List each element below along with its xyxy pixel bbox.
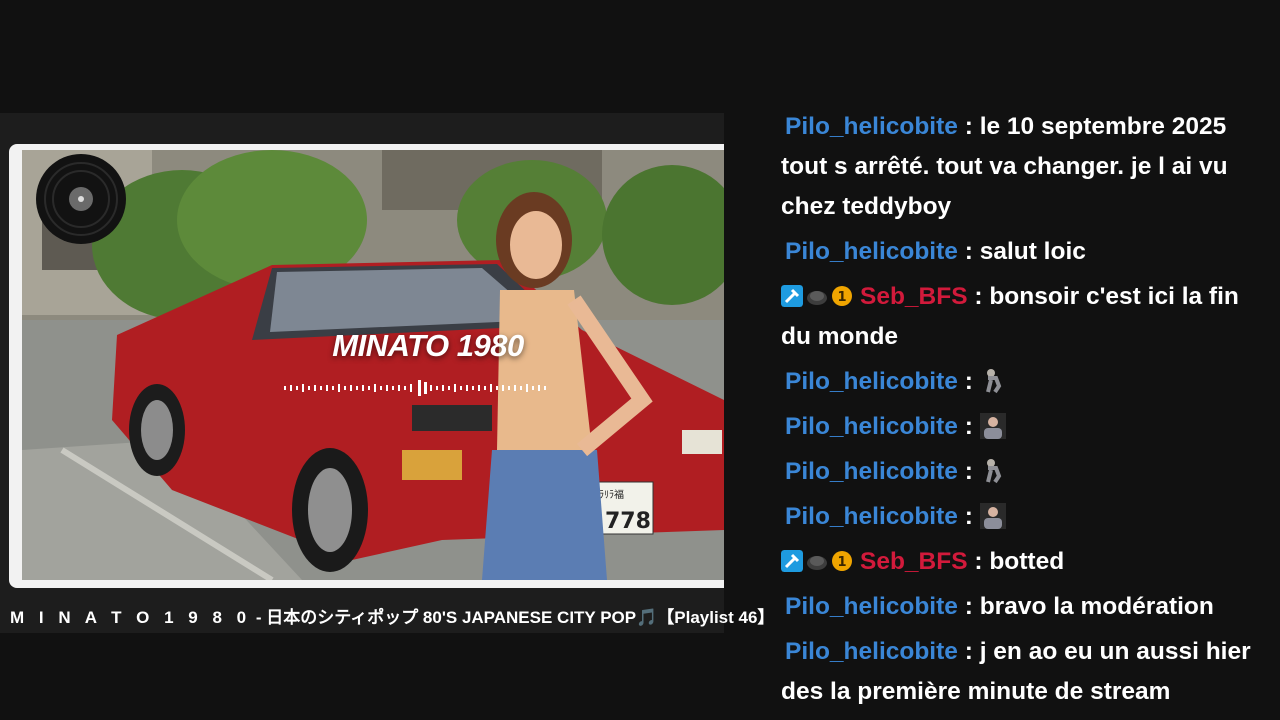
- caption-name: M I N A T O 1 9 8 0: [10, 608, 252, 627]
- vinyl-record-icon: [36, 154, 126, 244]
- chat-separator: :: [967, 548, 990, 575]
- chat-username[interactable]: Pilo_helicobite: [781, 638, 958, 665]
- svg-text:1: 1: [837, 555, 846, 570]
- chat-username[interactable]: Pilo_helicobite: [781, 503, 958, 530]
- video-frame: ｶﾗﾘﾗ福 778 MINATO 1980: [9, 144, 724, 588]
- chat-message: 1 Seb_BFS : botted: [781, 542, 1271, 582]
- chat-message: Pilo_helicobite : salut loic: [781, 232, 1271, 272]
- chat-username[interactable]: Pilo_helicobite: [781, 368, 958, 395]
- walking-figure-emote-icon: [985, 369, 1001, 394]
- audio-waveform: [284, 380, 546, 396]
- caption-genre: - 日本のシティポップ 80'S JAPANESE CITY POP: [251, 608, 637, 627]
- chat-separator: :: [957, 503, 980, 530]
- svg-text:778: 778: [605, 509, 651, 534]
- helmet-badge-icon: [807, 556, 827, 570]
- chat-username[interactable]: Pilo_helicobite: [781, 458, 958, 485]
- video-overlay-title: MINATO 1980: [332, 328, 524, 363]
- moderator-sword-badge-icon: [781, 285, 803, 307]
- chat-message: 1 Seb_BFS : bonsoir c'est ici la fin du m…: [781, 277, 1271, 357]
- chat-separator: :: [957, 458, 980, 485]
- caption-playlist: 【Playlist 46】: [657, 608, 775, 627]
- chat-text: salut loic: [979, 238, 1086, 265]
- chat-separator: :: [957, 368, 980, 395]
- chat-message: Pilo_helicobite : bravo la modération: [781, 587, 1271, 627]
- chat-text: botted: [989, 548, 1065, 575]
- gold-number-badge-icon: 1: [832, 286, 852, 306]
- chat-message: Pilo_helicobite :: [781, 452, 1271, 492]
- chat-separator: :: [967, 283, 990, 310]
- video-thumbnail-scene: ｶﾗﾘﾗ福 778 MINATO 1980: [22, 150, 724, 580]
- chat-separator: :: [957, 593, 980, 620]
- chat-separator: :: [957, 238, 980, 265]
- gold-number-badge-icon: 1: [832, 551, 852, 571]
- chat-message: Pilo_helicobite : le 10 septembre 2025 t…: [781, 107, 1271, 227]
- chat-username[interactable]: Seb_BFS: [856, 283, 968, 310]
- chat-separator: :: [957, 638, 980, 665]
- chat-panel: Pilo_helicobite : le 10 septembre 2025 t…: [781, 107, 1271, 717]
- video-title-caption: M I N A T O 1 9 8 0 - 日本のシティポップ 80'S JAP…: [10, 603, 774, 628]
- chat-separator: :: [957, 113, 980, 140]
- svg-text:1: 1: [837, 290, 846, 305]
- chat-message: Pilo_helicobite : j en ao eu un aussi hi…: [781, 632, 1271, 712]
- video-player[interactable]: ｶﾗﾘﾗ福 778 MINATO 1980 M I N A T O 1 9 8 …: [0, 113, 774, 633]
- walking-figure-emote-icon: [985, 459, 1001, 484]
- chat-username[interactable]: Pilo_helicobite: [781, 413, 958, 440]
- chat-separator: :: [957, 413, 980, 440]
- scene-illustration: ｶﾗﾘﾗ福 778: [22, 150, 724, 580]
- music-note-icon: 🎵: [636, 608, 658, 627]
- chat-message: Pilo_helicobite :: [781, 362, 1271, 402]
- chat-username[interactable]: Pilo_helicobite: [781, 593, 958, 620]
- moderator-sword-badge-icon: [781, 550, 803, 572]
- person-portrait-emote-icon: [979, 413, 1006, 439]
- chat-text: bravo la modération: [979, 593, 1214, 620]
- helmet-badge-icon: [807, 291, 827, 305]
- chat-username[interactable]: Pilo_helicobite: [781, 238, 958, 265]
- person-portrait-emote-icon: [979, 503, 1006, 529]
- chat-message: Pilo_helicobite :: [781, 497, 1271, 537]
- chat-username[interactable]: Pilo_helicobite: [781, 113, 958, 140]
- chat-username[interactable]: Seb_BFS: [856, 548, 968, 575]
- chat-message: Pilo_helicobite :: [781, 407, 1271, 447]
